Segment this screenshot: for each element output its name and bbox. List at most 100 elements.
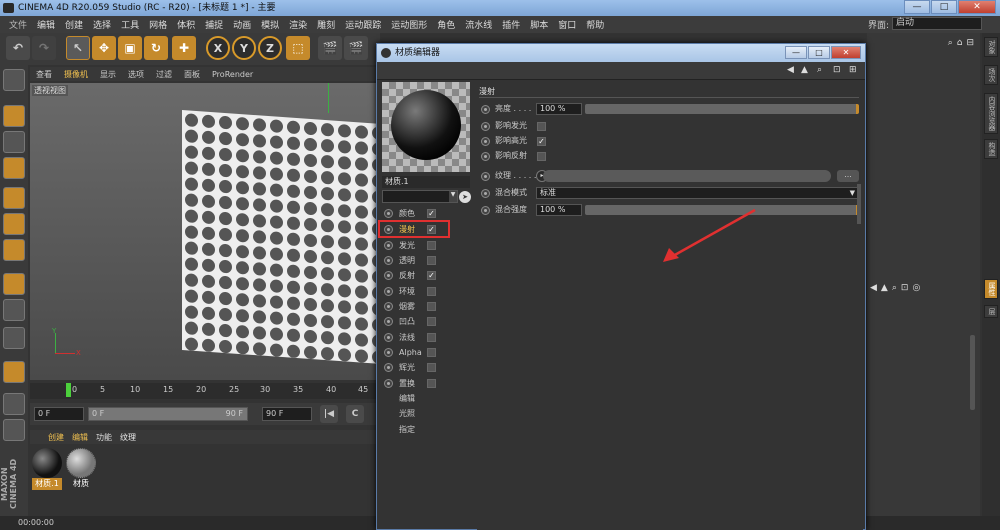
filter-icon[interactable]: ⊟	[966, 38, 974, 52]
affect-refl-checkbox[interactable]	[537, 152, 546, 161]
affect-spec-checkbox[interactable]: ✓	[537, 137, 546, 146]
rotate-icon[interactable]: ↻	[144, 36, 168, 60]
polygons-mode-icon[interactable]	[3, 239, 25, 261]
viewport-menu-prorender[interactable]: ProRender	[206, 70, 259, 79]
channel-glow-radio[interactable]	[384, 363, 393, 372]
tab-content-browser[interactable]: 内容浏览器	[984, 93, 998, 134]
start-frame-field[interactable]: 0 F	[34, 407, 84, 421]
brightness-field[interactable]: 100 %	[536, 103, 582, 115]
channel-environment-checkbox[interactable]	[427, 287, 436, 296]
channel-transparency[interactable]: 透明	[382, 253, 470, 268]
end-frame-field[interactable]: 90 F	[262, 407, 312, 421]
maximize-button[interactable]: □	[931, 0, 957, 14]
me-search-icon[interactable]: ⌕	[817, 65, 822, 75]
axis-mode-icon[interactable]	[3, 273, 25, 295]
menu-motion-tracking[interactable]: 运动跟踪	[340, 18, 386, 31]
menu-window[interactable]: 窗口	[553, 18, 581, 31]
channel-normal-radio[interactable]	[384, 333, 393, 342]
channel-alpha[interactable]: Alpha	[382, 345, 470, 360]
me-up-icon[interactable]: ▲	[801, 65, 808, 75]
minimize-button[interactable]: —	[904, 0, 930, 14]
channel-glow-checkbox[interactable]	[427, 363, 436, 372]
channel-assignment[interactable]: 指定	[382, 422, 470, 437]
menu-sculpt[interactable]: 雕刻	[312, 18, 340, 31]
me-close-button[interactable]: ✕	[831, 46, 861, 59]
scale-icon[interactable]: ▣	[118, 36, 142, 60]
viewport-menu-panel[interactable]: 面板	[178, 69, 206, 80]
tab-structure[interactable]: 构造	[984, 139, 998, 159]
mat-menu-create[interactable]: 创建	[44, 432, 68, 443]
back-arrow-icon[interactable]: ◀	[870, 283, 877, 293]
lock-icon-2[interactable]: ⊡	[901, 283, 909, 293]
viewport-menu-options[interactable]: 选项	[122, 69, 150, 80]
menu-pipeline[interactable]: 流水线	[460, 18, 497, 31]
menu-mograph[interactable]: 运动图形	[386, 18, 432, 31]
make-editable-icon[interactable]	[3, 69, 25, 91]
grid-icon[interactable]	[3, 419, 25, 441]
channel-fog[interactable]: 烟雾	[382, 299, 470, 314]
mat-menu-texture[interactable]: 纹理	[116, 432, 140, 443]
brightness-anim-radio[interactable]	[481, 105, 490, 114]
z-axis-button[interactable]: Z	[258, 36, 282, 60]
menu-help[interactable]: 帮助	[581, 18, 609, 31]
select-arrow-icon[interactable]: ↖	[66, 36, 90, 60]
history-icon[interactable]: ◎	[912, 283, 920, 293]
material-preview[interactable]	[382, 82, 470, 172]
dotted-plane-object[interactable]	[182, 110, 380, 364]
tab-takes[interactable]: 场次	[984, 65, 998, 85]
edges-mode-icon[interactable]	[3, 213, 25, 235]
channel-illumination[interactable]: 光照	[382, 406, 470, 421]
blend-mode-select[interactable]: 标准 ▼	[536, 187, 859, 199]
layout-select[interactable]: 启动	[892, 17, 982, 30]
material-swatch-2[interactable]: 材质	[66, 448, 96, 492]
affect-lum-anim-radio[interactable]	[481, 122, 490, 131]
channel-bump[interactable]: 凹凸	[382, 314, 470, 329]
playhead[interactable]	[66, 383, 71, 397]
affect-lum-checkbox[interactable]	[537, 122, 546, 131]
mat-menu-edit[interactable]: 编辑	[68, 432, 92, 443]
menu-edit[interactable]: 编辑	[32, 18, 60, 31]
viewport-menu-camera[interactable]: 摄像机	[58, 69, 94, 80]
channel-displacement[interactable]: 置换	[382, 376, 470, 391]
redo-icon[interactable]: ↷	[32, 36, 56, 60]
x-axis-button[interactable]: X	[206, 36, 230, 60]
menu-mesh[interactable]: 网格	[144, 18, 172, 31]
channel-environment-radio[interactable]	[384, 287, 393, 296]
material-editor-titlebar[interactable]: 材质编辑器 — □ ✕	[377, 44, 865, 62]
channel-displacement-radio[interactable]	[384, 379, 393, 388]
tab-attributes[interactable]: 属性	[984, 279, 998, 299]
channel-glow[interactable]: 辉光	[382, 360, 470, 375]
channel-luminance-checkbox[interactable]	[427, 241, 436, 250]
mat-menu-function[interactable]: 功能	[92, 432, 116, 443]
material-name-field[interactable]: ▼	[382, 190, 458, 203]
home-icon[interactable]: ⌂	[957, 38, 963, 52]
channel-color[interactable]: 颜色 ✓	[382, 206, 470, 221]
channel-luminance[interactable]: 发光	[382, 238, 470, 253]
menu-plugins[interactable]: 插件	[497, 18, 525, 31]
channel-reflectance[interactable]: 反射 ✓	[382, 268, 470, 283]
model-mode-icon[interactable]	[3, 105, 25, 127]
channel-normal[interactable]: 法线	[382, 330, 470, 345]
search-icon-2[interactable]: ⌕	[892, 283, 897, 293]
channel-alpha-radio[interactable]	[384, 348, 393, 357]
material-editor-scrollbar[interactable]	[857, 184, 861, 224]
menu-tools[interactable]: 工具	[116, 18, 144, 31]
move-icon[interactable]: ✥	[92, 36, 116, 60]
viewport-menu-view[interactable]: 查看	[30, 69, 58, 80]
menu-simulate[interactable]: 模拟	[256, 18, 284, 31]
tab-objects[interactable]: 对象	[984, 37, 998, 57]
texture-slot[interactable]	[543, 170, 831, 182]
coordinate-system-icon[interactable]: ⬚	[286, 36, 310, 60]
channel-normal-checkbox[interactable]	[427, 333, 436, 342]
menu-create[interactable]: 创建	[60, 18, 88, 31]
viewport-menu-display[interactable]: 显示	[94, 69, 122, 80]
undo-icon[interactable]: ↶	[6, 36, 30, 60]
render-view-icon[interactable]: 🎬	[318, 36, 342, 60]
material-swatch-1[interactable]: 材质.1	[32, 448, 62, 492]
name-field-arrow-icon[interactable]: ▼	[449, 191, 457, 202]
attribute-scrollbar[interactable]	[970, 335, 975, 410]
tab-layers[interactable]: 层	[984, 305, 998, 318]
menu-character[interactable]: 角色	[432, 18, 460, 31]
lock-icon[interactable]	[3, 393, 25, 415]
me-maximize-button[interactable]: □	[808, 46, 830, 59]
